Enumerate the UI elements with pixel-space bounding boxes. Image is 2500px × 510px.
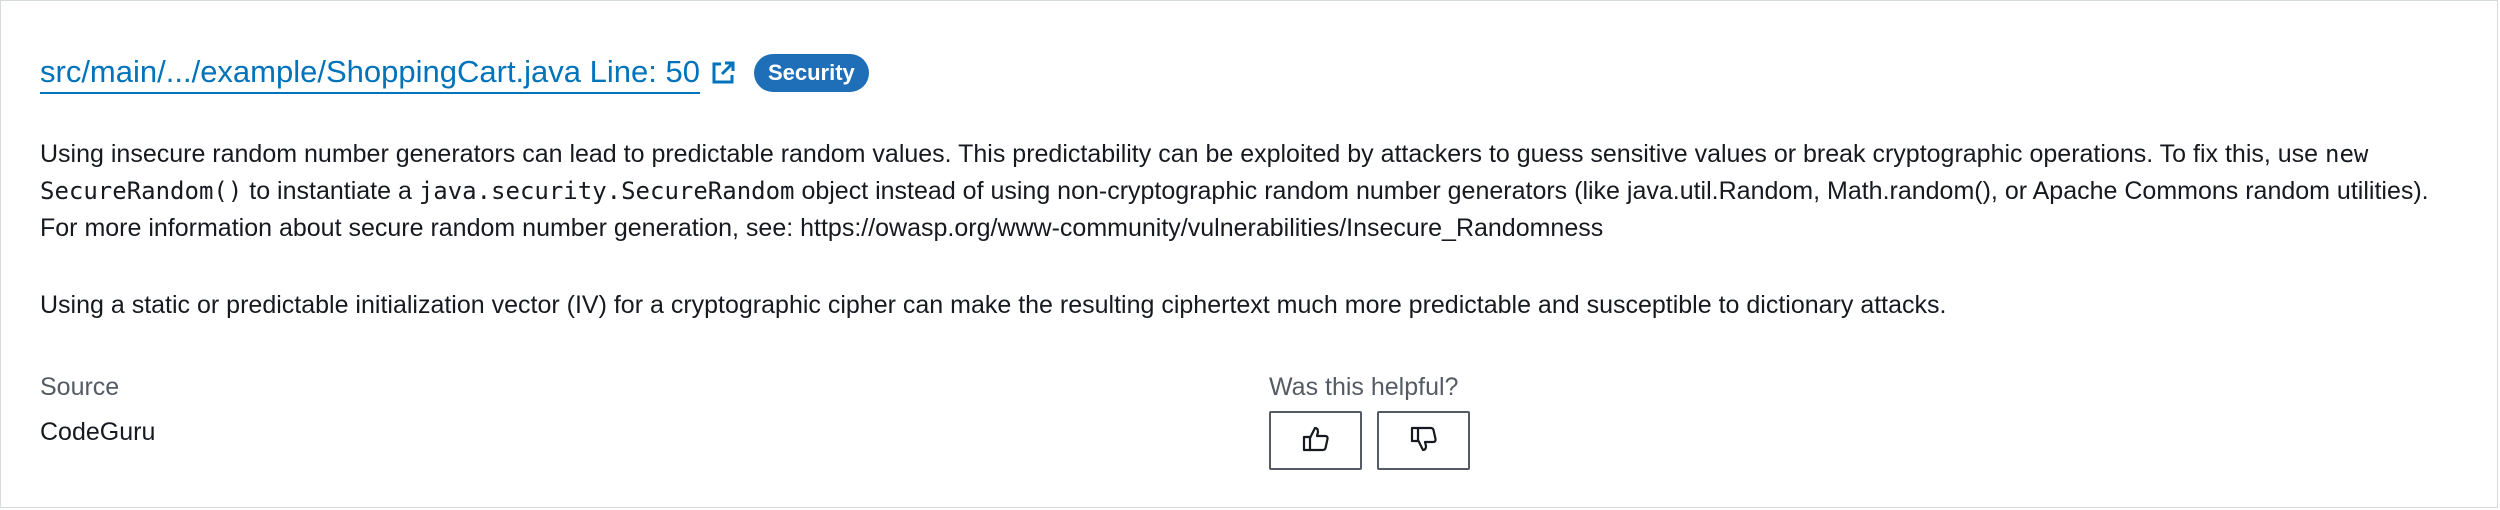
thumbs-down-icon — [1409, 424, 1439, 457]
finding-header: src/main/.../example/ShoppingCart.java L… — [40, 51, 869, 95]
security-badge: Security — [753, 54, 869, 92]
thumbs-up-icon — [1301, 424, 1331, 457]
code-snippet: java.security.SecureRandom — [418, 177, 795, 205]
finding-panel: src/main/.../example/ShoppingCart.java L… — [0, 0, 2498, 508]
thumbs-down-button[interactable] — [1377, 411, 1470, 470]
feedback-label: Was this helpful? — [1269, 373, 1459, 401]
source-value: CodeGuru — [40, 418, 156, 446]
external-link-icon[interactable] — [708, 58, 738, 88]
description-text: Using insecure random number generators … — [40, 140, 2326, 168]
description-text: to instantiate a — [242, 177, 419, 205]
file-location-link[interactable]: src/main/.../example/ShoppingCart.java L… — [40, 53, 700, 94]
description-paragraph-1: Using insecure random number generators … — [40, 136, 2440, 247]
thumbs-up-button[interactable] — [1269, 411, 1362, 470]
description-paragraph-2: Using a static or predictable initializa… — [40, 291, 1947, 319]
finding-description: Using insecure random number generators … — [40, 136, 2440, 324]
source-label: Source — [40, 373, 120, 401]
